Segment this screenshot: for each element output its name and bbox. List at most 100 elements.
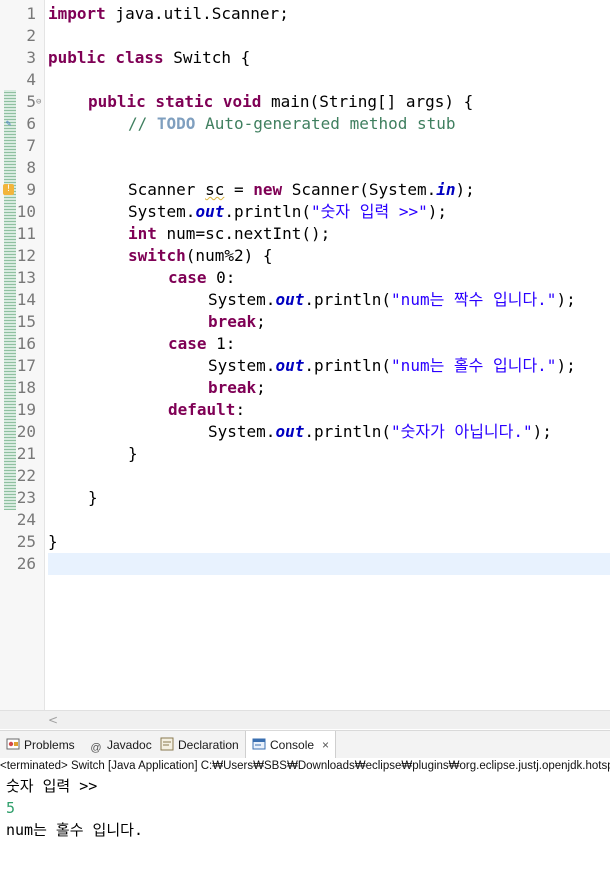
line-number: 9 xyxy=(26,180,36,199)
fold-collapse-icon[interactable]: ⊖ xyxy=(36,91,41,113)
tab-label: Javadoc xyxy=(107,738,152,752)
code-text: Switch { xyxy=(163,48,251,67)
keyword: switch xyxy=(128,246,186,265)
line-number: 11 xyxy=(16,224,36,243)
code-line[interactable]: case 1: xyxy=(168,333,235,355)
code-text: : xyxy=(235,400,246,419)
code-line[interactable]: import java.util.Scanner; xyxy=(48,3,289,25)
code-text: .println( xyxy=(304,290,392,309)
code-line[interactable]: System.out.println("num는 짝수 입니다."); xyxy=(208,289,576,311)
keyword: case xyxy=(168,268,207,287)
code-text: } xyxy=(48,532,58,551)
console-icon xyxy=(252,737,266,751)
code-text: System. xyxy=(128,202,196,221)
line-number: 14 xyxy=(16,290,36,309)
code-line[interactable]: System.out.println("숫자 입력 >>"); xyxy=(128,201,447,223)
code-line[interactable]: System.out.println("num는 홀수 입니다."); xyxy=(208,355,576,377)
console-user-input: 5 xyxy=(6,799,16,817)
task-marker-icon[interactable]: ✎ xyxy=(3,119,14,130)
console-output[interactable]: 숫자 입력 >> 5 num는 홀수 입니다. xyxy=(0,775,610,878)
horizontal-scrollbar[interactable]: < xyxy=(44,710,610,729)
comment: Auto-generated method stub xyxy=(195,114,456,133)
comment: // xyxy=(128,114,157,133)
editor-corner xyxy=(0,710,44,729)
code-text: .println( xyxy=(224,202,312,221)
code-text: main(String[] args) { xyxy=(261,92,474,111)
keyword: default xyxy=(168,400,236,419)
code-line[interactable]: default: xyxy=(168,399,245,421)
code-line[interactable]: } xyxy=(48,531,58,553)
code-line[interactable]: break; xyxy=(208,377,266,399)
declaration-icon xyxy=(160,737,174,751)
keyword: public class xyxy=(48,48,164,67)
close-icon[interactable]: × xyxy=(322,731,329,759)
tab-console[interactable]: Console × xyxy=(245,731,337,760)
code-line[interactable]: break; xyxy=(208,311,266,333)
tab-label: Problems xyxy=(24,738,75,752)
static-field: out xyxy=(275,290,305,309)
line-number: 6 xyxy=(26,114,36,133)
code-text: num=sc.nextInt(); xyxy=(156,224,331,243)
line-number: 22 xyxy=(16,466,36,485)
problems-icon xyxy=(6,737,20,751)
code-text: 0: xyxy=(206,268,236,287)
keyword: int xyxy=(128,224,157,243)
code-text: 1: xyxy=(206,334,236,353)
code-text: System. xyxy=(208,356,276,375)
tab-label: Declaration xyxy=(178,738,239,752)
code-line[interactable]: } xyxy=(128,443,138,465)
code-text: ); xyxy=(556,290,576,309)
code-text: = xyxy=(224,180,254,199)
line-number: 26 xyxy=(16,554,36,573)
keyword: case xyxy=(168,334,207,353)
code-text: Scanner(System. xyxy=(282,180,437,199)
code-text: ); xyxy=(427,202,447,221)
code-text: ); xyxy=(556,356,576,375)
code-line[interactable]: public class Switch { xyxy=(48,47,250,69)
keyword: break xyxy=(208,312,257,331)
code-line[interactable]: switch(num%2) { xyxy=(128,245,273,267)
console-line: 숫자 입력 >> xyxy=(6,777,98,795)
scroll-left-icon[interactable]: < xyxy=(48,711,58,729)
line-number: 3 xyxy=(26,48,36,67)
code-text: ; xyxy=(256,312,266,331)
keyword: public static void xyxy=(88,92,262,111)
static-field: in xyxy=(436,180,456,199)
code-line[interactable]: System.out.println("숫자가 아닙니다."); xyxy=(208,421,552,443)
line-number: 1 xyxy=(26,4,36,23)
warning-marker-icon[interactable]: ! xyxy=(3,184,14,195)
line-number: 21 xyxy=(16,444,36,463)
code-text: } xyxy=(88,488,98,507)
tab-declaration[interactable]: Declaration xyxy=(160,731,239,759)
code-line[interactable]: case 0: xyxy=(168,267,235,289)
overview-ruler xyxy=(0,0,16,710)
tab-javadoc[interactable]: @ Javadoc xyxy=(89,731,152,759)
line-number: 18 xyxy=(16,378,36,397)
code-line[interactable]: public static void main(String[] args) { xyxy=(88,91,473,113)
static-field: out xyxy=(275,356,305,375)
current-line-highlight xyxy=(48,553,610,575)
code-text: .println( xyxy=(304,356,392,375)
code-text: ); xyxy=(455,180,475,199)
line-number: 17 xyxy=(16,356,36,375)
line-number: 8 xyxy=(26,158,36,177)
string-literal: "숫자 입력 >>" xyxy=(311,202,428,221)
line-number: 20 xyxy=(16,422,36,441)
line-number: 10 xyxy=(16,202,36,221)
keyword: new xyxy=(253,180,283,199)
console-process-status: <terminated> Switch [Java Application] C… xyxy=(0,758,610,776)
line-number: 7 xyxy=(26,136,36,155)
code-line[interactable]: Scanner sc = new Scanner(System.in); xyxy=(128,179,475,201)
code-text: .println( xyxy=(304,422,392,441)
console-line: num는 홀수 입니다. xyxy=(6,821,143,839)
code-text: java.util.Scanner; xyxy=(105,4,289,23)
code-line[interactable]: int num=sc.nextInt(); xyxy=(128,223,330,245)
tab-problems[interactable]: Problems xyxy=(6,731,75,759)
javadoc-icon: @ xyxy=(90,742,102,754)
code-editor[interactable]: ✎ ! 1 2 3 4 5 ⊖ 6 7 8 9 10 11 12 13 14 1… xyxy=(0,0,610,710)
string-literal: "숫자가 아닙니다." xyxy=(391,422,533,441)
quick-diff-strip xyxy=(4,90,16,510)
code-line[interactable]: // TODO Auto-generated method stub xyxy=(128,113,456,135)
code-line[interactable]: } xyxy=(88,487,98,509)
code-text: System. xyxy=(208,290,276,309)
